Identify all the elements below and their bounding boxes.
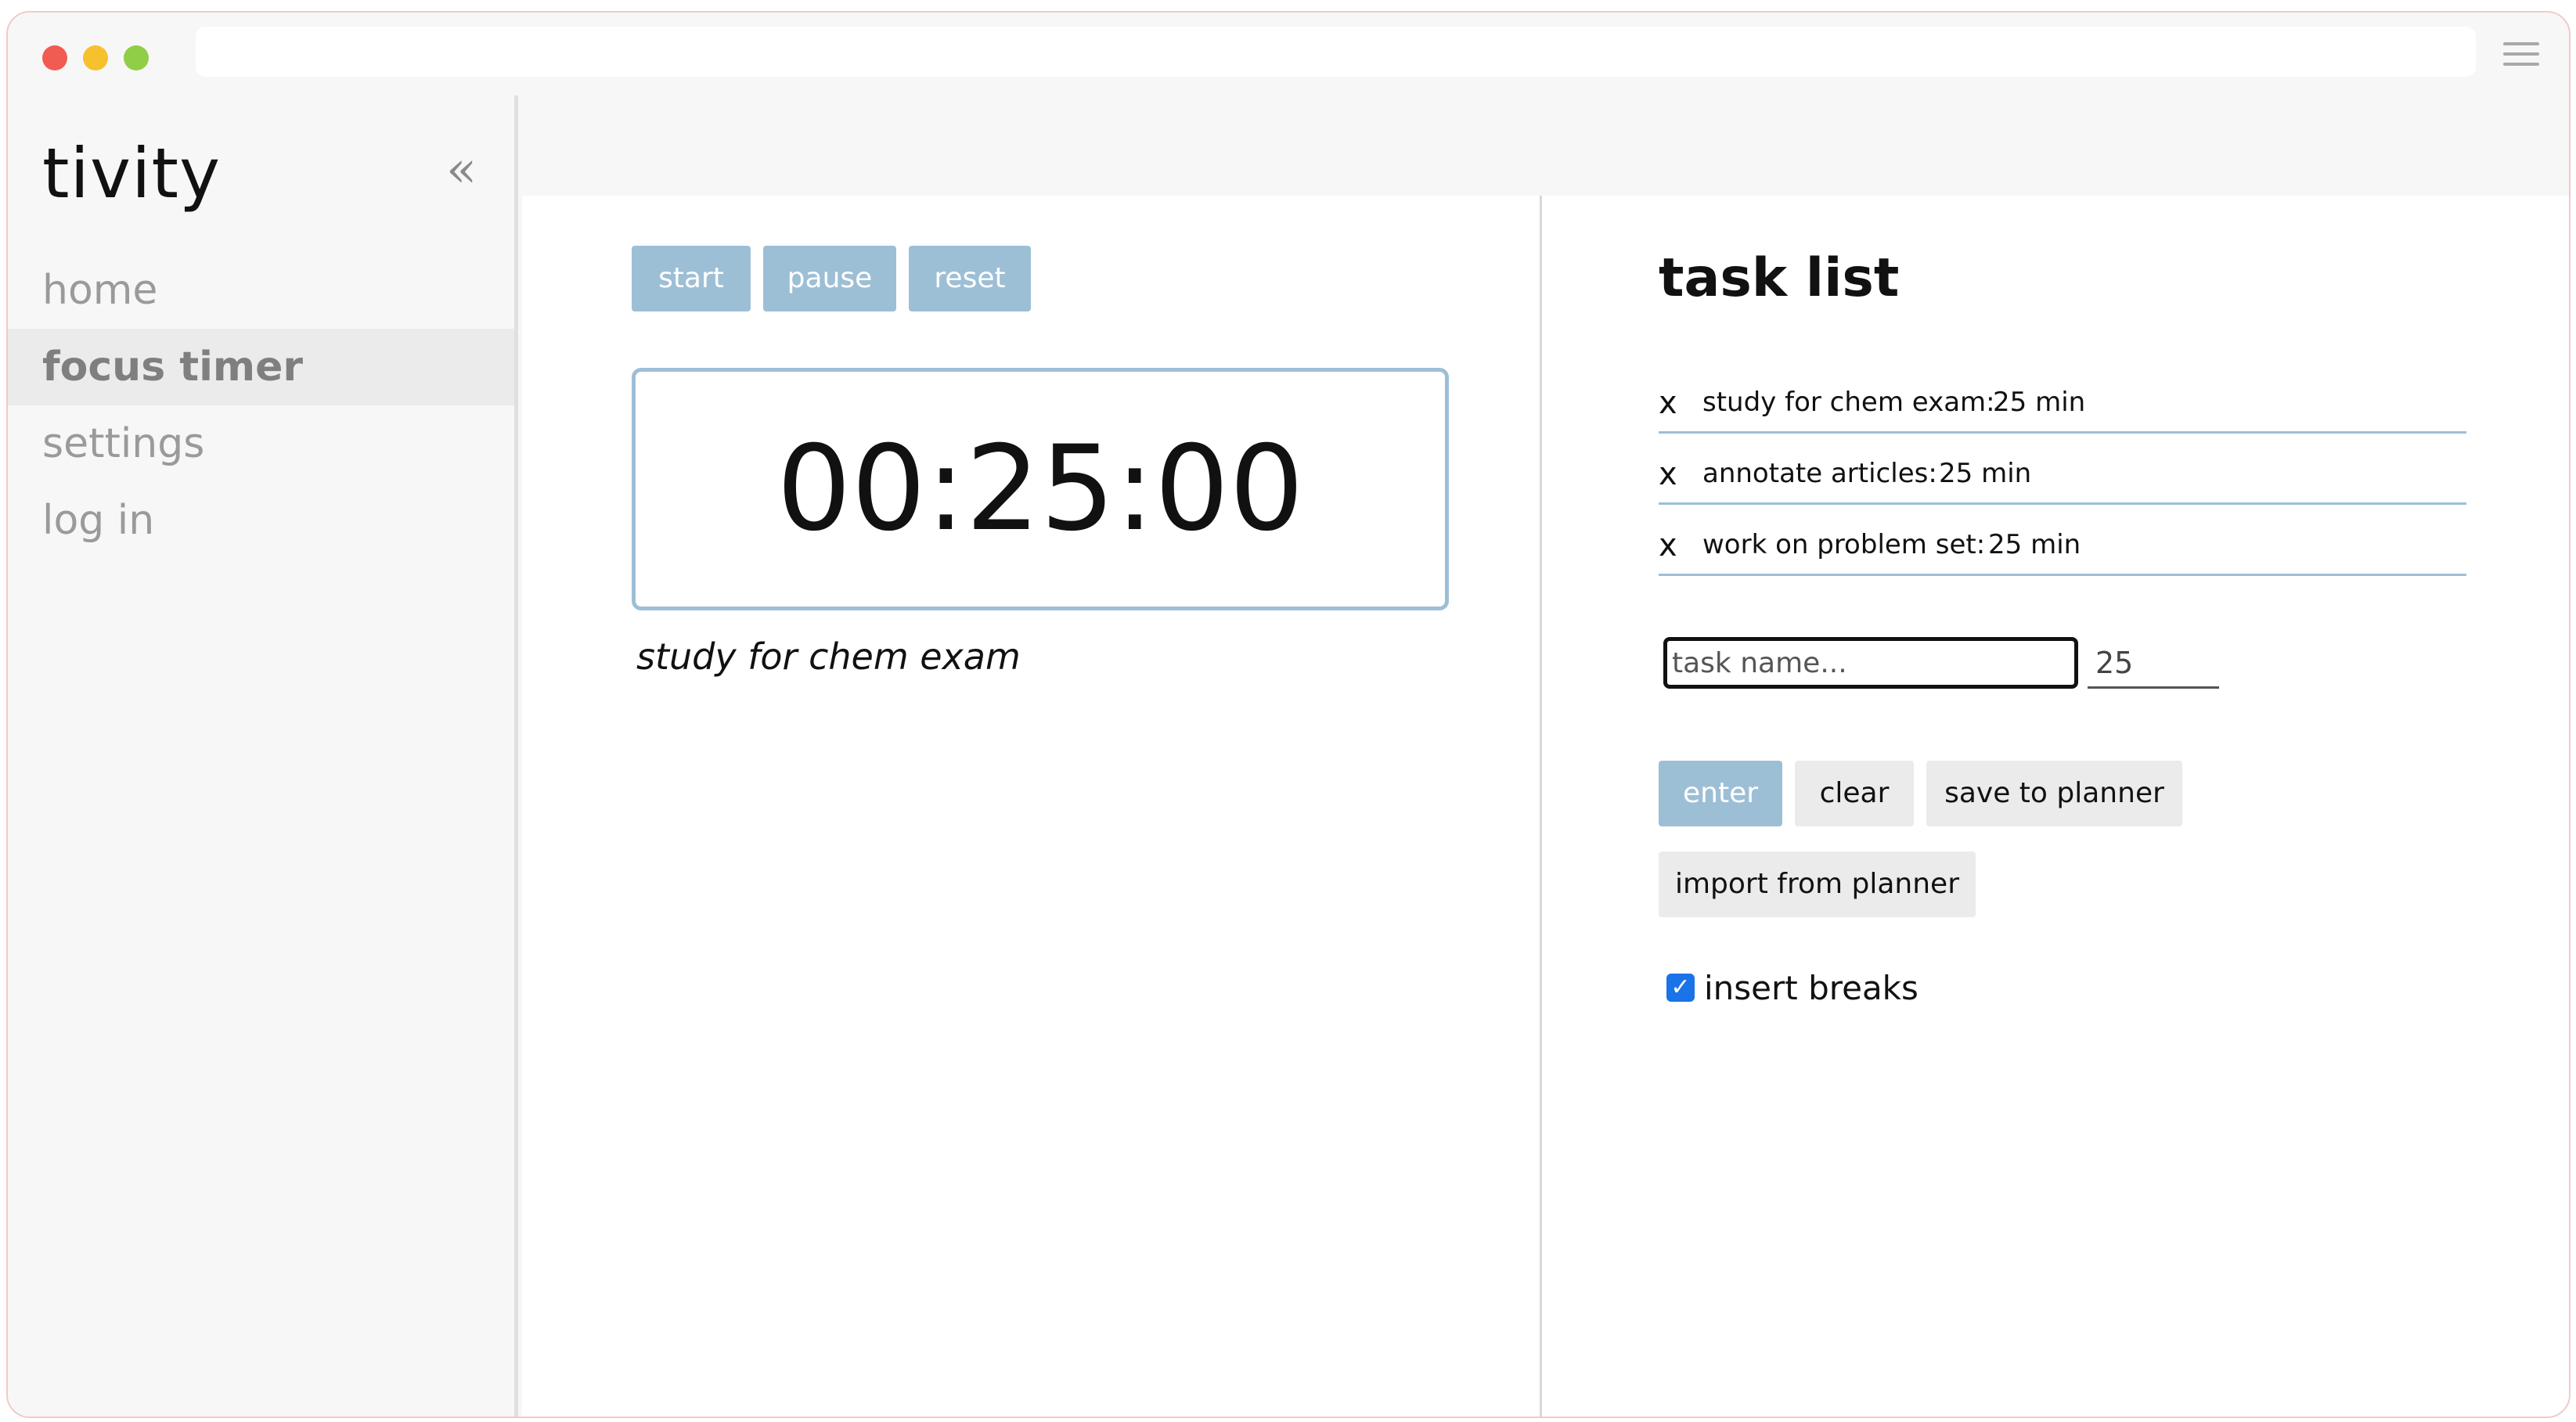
clear-button[interactable]: clear	[1795, 761, 1914, 826]
main-content: start pause reset 00:25:00 study for che…	[522, 196, 2569, 1417]
task-name-input[interactable]	[1663, 637, 2078, 689]
app-logo: tivity	[42, 133, 222, 214]
collapse-sidebar-icon[interactable]: «	[446, 141, 477, 199]
task-row: x annotate articles: 25 min	[1659, 436, 2466, 505]
task-minutes-input[interactable]	[2088, 639, 2219, 689]
sidebar-item-focus-timer[interactable]: focus timer	[8, 329, 514, 405]
save-to-planner-button[interactable]: save to planner	[1926, 761, 2182, 826]
close-window-button[interactable]	[42, 45, 67, 70]
task-minutes: 25 min	[1993, 387, 2086, 418]
page-header	[522, 95, 2569, 196]
minimize-window-button[interactable]	[83, 45, 108, 70]
import-from-planner-button[interactable]: import from planner	[1659, 851, 1976, 917]
remove-task-icon[interactable]: x	[1659, 456, 1677, 492]
task-name: annotate articles:	[1702, 458, 1937, 489]
task-minutes: 25 min	[1988, 529, 2081, 560]
insert-breaks-checkbox[interactable]: ✓	[1666, 974, 1695, 1002]
task-row: x study for chem exam: 25 min	[1659, 365, 2466, 434]
reset-button[interactable]: reset	[909, 246, 1031, 311]
browser-window: tivity « home focus timer settings log i…	[6, 11, 2571, 1418]
task-row: x work on problem set: 25 min	[1659, 507, 2466, 576]
remove-task-icon[interactable]: x	[1659, 527, 1677, 563]
start-button[interactable]: start	[632, 246, 751, 311]
sidebar-item-home[interactable]: home	[8, 252, 514, 329]
task-minutes: 25 min	[1939, 458, 2032, 489]
sidebar-item-settings[interactable]: settings	[8, 405, 514, 482]
task-name: work on problem set:	[1702, 529, 1986, 560]
hamburger-menu-icon[interactable]	[2503, 42, 2539, 69]
pause-button[interactable]: pause	[763, 246, 896, 311]
sidebar: tivity « home focus timer settings log i…	[8, 95, 518, 1417]
address-bar[interactable]	[196, 27, 2476, 77]
maximize-window-button[interactable]	[124, 45, 149, 70]
task-list-heading: task list	[1659, 247, 1900, 309]
insert-breaks-label: insert breaks	[1704, 969, 1918, 1007]
task-name: study for chem exam:	[1702, 387, 1995, 418]
remove-task-icon[interactable]: x	[1659, 385, 1677, 421]
browser-titlebar	[8, 13, 2569, 95]
current-task-label: study for chem exam	[636, 635, 1021, 678]
enter-button[interactable]: enter	[1659, 761, 1782, 826]
timer-display: 00:25:00	[632, 368, 1449, 610]
sidebar-item-log-in[interactable]: log in	[8, 482, 514, 559]
panel-divider	[1540, 196, 1542, 1417]
